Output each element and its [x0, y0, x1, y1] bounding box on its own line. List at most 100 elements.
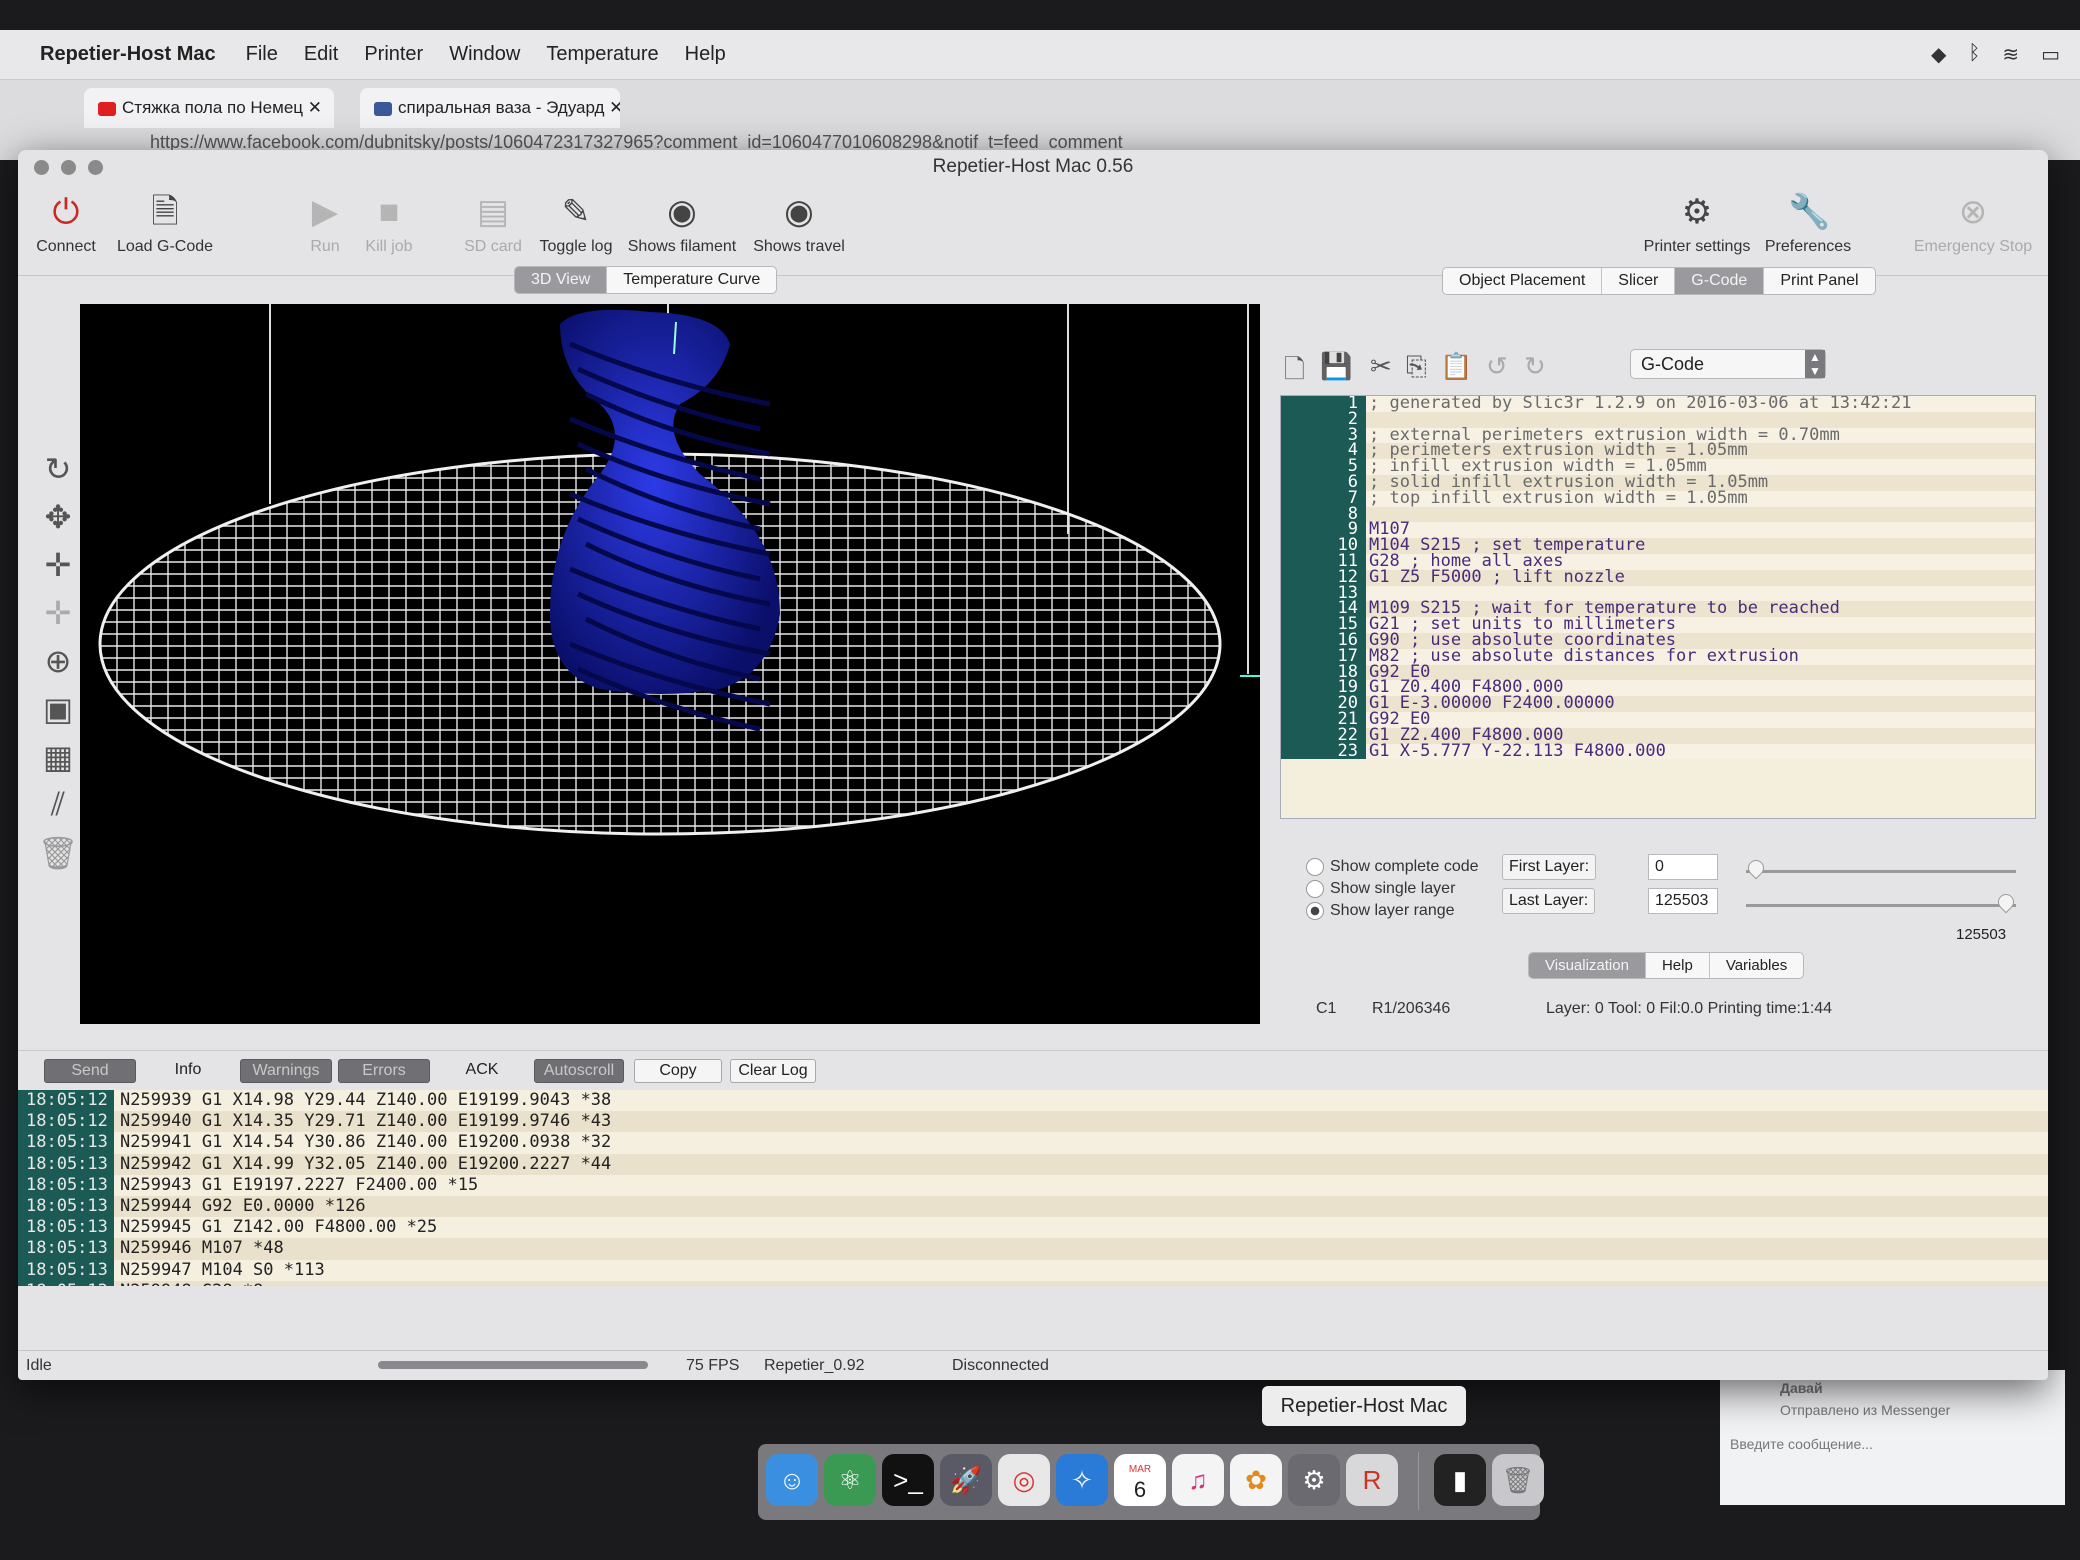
log-filter-send[interactable]: Send — [44, 1059, 136, 1083]
menu-app[interactable]: Repetier-Host Mac — [40, 43, 216, 66]
3d-viewport[interactable] — [80, 304, 1260, 1024]
chrome-icon[interactable]: ◎ — [998, 1454, 1050, 1506]
tab-3d-view[interactable]: 3D View — [515, 267, 608, 293]
run-button[interactable]: ▶ Run — [300, 192, 350, 256]
undo-icon[interactable]: ↺ — [1486, 351, 1508, 382]
dock: ☺ ⚛ >_ 🚀 ◎ ✧ MAR 6 ♫ ✿ ⚙ R ▮ 🗑 — [758, 1444, 1544, 1520]
wifi-icon[interactable]: ≋ — [2002, 42, 2019, 67]
tab-temperature-curve[interactable]: Temperature Curve — [607, 267, 776, 293]
progress-bar — [378, 1361, 648, 1369]
gcode-line[interactable]: 7; top infill extrusion width = 1.05mm — [1281, 489, 2035, 507]
reset-view-icon[interactable]: ↻ — [34, 450, 82, 498]
copy-log-button[interactable]: Copy — [634, 1059, 722, 1083]
itunes-icon[interactable]: ♫ — [1172, 1454, 1224, 1506]
trash-icon[interactable]: 🗑 — [34, 834, 82, 882]
line-text: G1 Z5 F5000 ; lift nozzle — [1366, 568, 2035, 586]
menu-window[interactable]: Window — [449, 43, 520, 66]
menu-temperature[interactable]: Temperature — [546, 43, 658, 66]
tab-variables[interactable]: Variables — [1710, 953, 1803, 978]
atom-icon[interactable]: ⚛ — [824, 1454, 876, 1506]
menu-edit[interactable]: Edit — [304, 43, 338, 66]
printer-settings-button[interactable]: ⚙ Printer settings — [1632, 192, 1762, 256]
gcode-line[interactable]: 12 G1 Z5 F5000 ; lift nozzle — [1281, 568, 2035, 586]
paste-icon[interactable]: 📋 — [1440, 351, 1472, 382]
autoscroll-toggle[interactable]: Autoscroll — [534, 1059, 624, 1083]
repetier-icon[interactable]: R — [1346, 1454, 1398, 1506]
toggle-log-button[interactable]: ✎ Toggle log — [532, 192, 620, 256]
grid-icon[interactable]: ▦ — [34, 738, 82, 786]
tab-help[interactable]: Help — [1646, 953, 1710, 978]
preferences-button[interactable]: 🔧 Preferences — [1758, 192, 1858, 256]
calendar-icon[interactable]: MAR 6 — [1114, 1454, 1166, 1506]
connection-status: Disconnected — [952, 1357, 1049, 1374]
menu-printer[interactable]: Printer — [364, 43, 423, 66]
log-view[interactable]: 18:05:12 N259939 G1 X14.98 Y29.44 Z140.00… — [18, 1090, 2048, 1286]
log-filter-errors[interactable]: Errors — [338, 1059, 430, 1083]
save-icon[interactable]: 💾 — [1320, 351, 1352, 382]
first-layer-slider-thumb[interactable] — [1744, 856, 1768, 880]
system-preferences-icon[interactable]: ⚙ — [1288, 1454, 1340, 1506]
chat-input[interactable]: Введите сообщение... — [1730, 1436, 2055, 1452]
photos-icon[interactable]: ✿ — [1230, 1454, 1282, 1506]
finder-icon[interactable]: ☺ — [766, 1454, 818, 1506]
move-view-icon[interactable]: ✛ — [34, 594, 82, 642]
safari-icon[interactable]: ✧ — [1056, 1454, 1108, 1506]
tab-visualization[interactable]: Visualization — [1529, 953, 1646, 978]
tab-print-panel[interactable]: Print Panel — [1764, 268, 1874, 294]
trash-dock-icon[interactable]: 🗑 — [1492, 1454, 1544, 1506]
clear-log-button[interactable]: Clear Log — [730, 1059, 816, 1083]
menu-help[interactable]: Help — [685, 43, 726, 66]
bluetooth-icon[interactable]: ᛒ — [1968, 42, 1980, 67]
new-file-icon[interactable]: 🗋 — [1284, 351, 1305, 395]
kill-job-button[interactable]: ■ Kill job — [354, 192, 424, 256]
move-object-icon[interactable]: ✥ — [34, 498, 82, 546]
log-filter-info[interactable]: Info — [142, 1059, 234, 1083]
gcode-line[interactable]: 1; generated by Slic3r 1.2.9 on 2016-03-… — [1281, 396, 2035, 412]
editor-column: C1 — [1316, 1000, 1337, 1017]
zoom-icon[interactable]: ⊕ — [34, 642, 82, 690]
browser-tab-youtube[interactable]: Стяжка пола по Немец ✕ — [84, 88, 334, 128]
log-filter-warnings[interactable]: Warnings — [240, 1059, 332, 1083]
minimize-window-button[interactable] — [61, 160, 76, 175]
move-camera-icon[interactable]: ✛ — [34, 546, 82, 594]
tab-gcode[interactable]: G-Code — [1675, 268, 1765, 294]
shows-filament-button[interactable]: ◉ Shows filament — [622, 192, 742, 256]
tab-slicer[interactable]: Slicer — [1602, 268, 1676, 294]
emergency-stop-button[interactable]: ⊗ Emergency Stop — [1908, 192, 2038, 256]
menu-file[interactable]: File — [246, 43, 278, 66]
bottom-tabs: Visualization Help Variables — [1528, 952, 1805, 979]
first-layer-slider-track[interactable] — [1746, 870, 2016, 873]
terminal-icon[interactable]: >_ — [882, 1454, 934, 1506]
browser-tab-facebook[interactable]: спиральная ваза - Эдуард ✕ — [360, 88, 620, 128]
log-timestamp: 18:05:12 — [18, 1090, 114, 1112]
zoom-window-button[interactable] — [88, 160, 103, 175]
dropbox-icon[interactable]: ◆ — [1931, 42, 1946, 67]
cut-icon[interactable]: ✂ — [1370, 351, 1392, 382]
gcode-editor[interactable]: 1; generated by Slic3r 1.2.9 on 2016-03-… — [1280, 395, 2036, 819]
radio-show-single[interactable]: Show single layer — [1306, 880, 1455, 898]
redo-icon[interactable]: ↻ — [1524, 351, 1546, 382]
last-layer-input[interactable]: 125503 — [1648, 888, 1718, 914]
last-layer-slider-track[interactable] — [1746, 904, 2016, 907]
sd-card-button[interactable]: ▤ SD card — [458, 192, 528, 256]
radio-show-complete[interactable]: Show complete code — [1306, 858, 1479, 876]
first-layer-input[interactable]: 0 — [1648, 854, 1718, 880]
launchpad-icon[interactable]: 🚀 — [940, 1454, 992, 1506]
downloads-icon[interactable]: ▮ — [1434, 1454, 1486, 1506]
stop-icon: ■ — [378, 193, 400, 231]
close-window-button[interactable] — [34, 160, 49, 175]
last-layer-slider-thumb[interactable] — [1994, 890, 2018, 914]
connect-button[interactable]: ⏻ Connect — [30, 192, 102, 256]
gcode-line[interactable]: 23 G1 X-5.777 Y-22.113 F4800.000 — [1281, 742, 2035, 760]
gcode-file-select[interactable]: G-Code ▲ ▼ — [1630, 349, 1826, 379]
log-filter-ack[interactable]: ACK — [436, 1059, 528, 1083]
parallel-icon[interactable]: ⫽ — [34, 786, 82, 834]
tab-object-placement[interactable]: Object Placement — [1443, 268, 1603, 294]
battery-icon[interactable]: ▭ — [2041, 42, 2060, 67]
shows-travel-button[interactable]: ◉ Shows travel — [746, 192, 852, 256]
menubar: Repetier-Host Mac File Edit Printer Wind… — [0, 30, 2080, 80]
load-gcode-button[interactable]: 🗎 Load G-Code — [110, 192, 220, 256]
radio-show-range[interactable]: Show layer range — [1306, 902, 1455, 920]
top-view-icon[interactable]: ▣ — [34, 690, 82, 738]
copy-icon[interactable]: ⎘ — [1406, 351, 1427, 383]
